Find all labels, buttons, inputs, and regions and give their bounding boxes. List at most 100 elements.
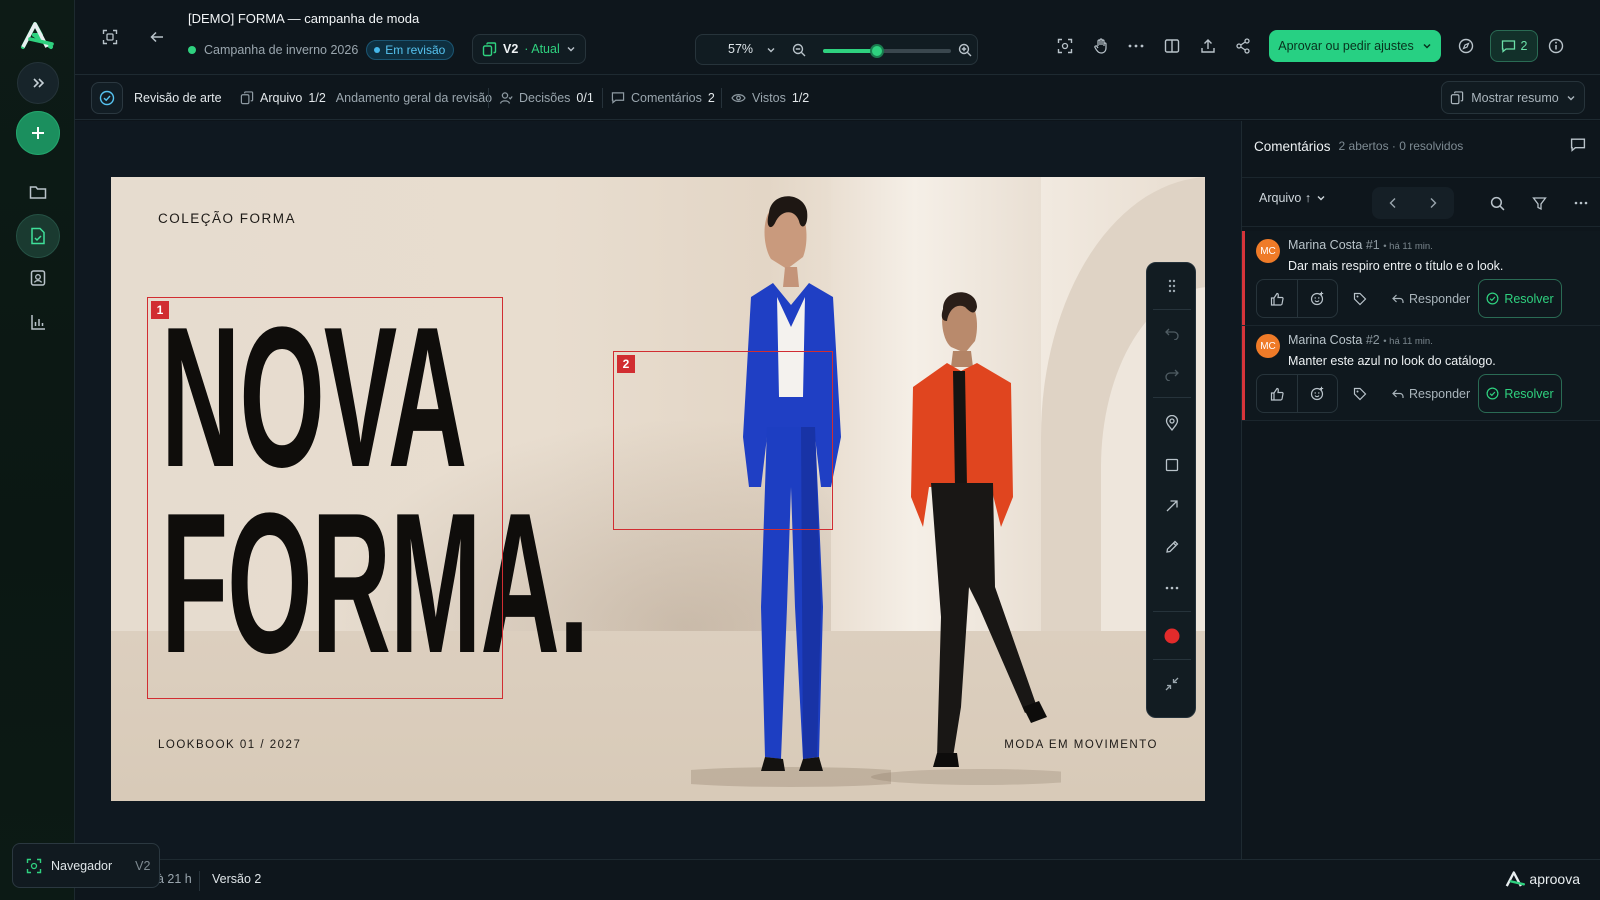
- create-new-button[interactable]: [16, 111, 60, 155]
- filter-icon[interactable]: [1526, 190, 1552, 216]
- reaction-group: [1256, 279, 1338, 318]
- add-reaction-icon[interactable]: [1298, 280, 1338, 317]
- eye-icon: [731, 93, 746, 102]
- navigator-version: V2: [135, 858, 151, 873]
- chevron-down-icon: [1567, 95, 1575, 100]
- add-reaction-icon[interactable]: [1298, 375, 1338, 412]
- comments-toggle-button[interactable]: 2: [1490, 30, 1538, 62]
- folder-icon[interactable]: [26, 180, 50, 204]
- file-progress-item[interactable]: Arquivo 1/2 Andamento geral da revisão: [240, 75, 492, 120]
- review-canvas[interactable]: COLEÇÃO FORMA NOVA FORMA. LOOKBOOK 01 / …: [75, 121, 1241, 859]
- next-comment-icon[interactable]: [1420, 190, 1446, 216]
- more-tools-icon[interactable]: [1159, 575, 1185, 601]
- reports-chart-icon[interactable]: [26, 310, 50, 334]
- art-review-item[interactable]: Revisão de arte: [91, 75, 222, 120]
- project-title: [DEMO] FORMA — campanha de moda: [188, 11, 420, 26]
- annotation-marker-1[interactable]: 1: [151, 301, 169, 319]
- file-value: 1/2: [308, 90, 326, 105]
- zoom-controls: 57%: [695, 34, 978, 65]
- chevron-down-icon[interactable]: [758, 37, 784, 63]
- comment-number: #2: [1365, 333, 1380, 347]
- contacts-icon[interactable]: [26, 266, 50, 290]
- chevron-down-icon: [1423, 43, 1431, 49]
- app-logo[interactable]: [20, 20, 54, 50]
- info-icon[interactable]: [1543, 33, 1569, 59]
- left-rail: [0, 0, 75, 900]
- compass-icon[interactable]: [1453, 33, 1479, 59]
- version-select[interactable]: V2 · Atual: [472, 34, 586, 64]
- drag-handle-icon[interactable]: [1159, 273, 1185, 299]
- annotation-box-1[interactable]: 1: [147, 297, 503, 699]
- comment-actions: Responder Resolver: [1256, 374, 1562, 413]
- reply-button[interactable]: Responder: [1392, 387, 1478, 401]
- model-red-shirt: [871, 292, 1061, 785]
- decisions-item[interactable]: Decisões 0/1: [499, 75, 594, 120]
- art-review-label: Revisão de arte: [134, 90, 222, 105]
- resolve-button[interactable]: Resolver: [1478, 279, 1562, 318]
- file-review-icon[interactable]: [26, 224, 50, 248]
- color-picker-red[interactable]: [1159, 623, 1185, 649]
- bottom-bar: à 21 h Versão 2 aproova: [75, 859, 1600, 900]
- avatar: MC: [1256, 239, 1280, 263]
- focus-mode-icon[interactable]: [97, 24, 123, 50]
- comment-icon[interactable]: [1570, 137, 1586, 152]
- reply-icon: [1392, 389, 1404, 398]
- upload-icon[interactable]: [1195, 33, 1221, 59]
- pin-tool-icon[interactable]: [1159, 410, 1185, 436]
- search-icon[interactable]: [1484, 190, 1510, 216]
- brand-mark-icon: [1506, 871, 1526, 887]
- undo-icon[interactable]: [1159, 321, 1185, 347]
- zoom-in-icon[interactable]: [952, 37, 978, 63]
- more-options-icon[interactable]: [1123, 33, 1149, 59]
- comment-card[interactable]: MC Marina Costa #1 • há 11 min. Dar mais…: [1242, 231, 1600, 326]
- split-view-icon[interactable]: [1159, 33, 1185, 59]
- approve-button-label: Aprovar ou pedir ajustes: [1278, 39, 1414, 53]
- zoom-out-icon[interactable]: [786, 37, 812, 63]
- tag-icon[interactable]: [1340, 279, 1380, 318]
- resolve-label: Resolver: [1504, 291, 1554, 306]
- comments-toolbar: Arquivo ↑: [1242, 177, 1600, 227]
- campaign-name[interactable]: Campanha de inverno 2026: [204, 43, 358, 57]
- hand-pan-icon[interactable]: [1088, 33, 1114, 59]
- more-options-icon[interactable]: [1568, 190, 1594, 216]
- zoom-level[interactable]: 57%: [728, 42, 753, 56]
- annotation-marker-2[interactable]: 2: [617, 355, 635, 373]
- collapse-toolbar-icon[interactable]: [1159, 671, 1185, 697]
- comment-card[interactable]: MC Marina Costa #2 • há 11 min. Manter e…: [1242, 326, 1600, 421]
- navigator-button[interactable]: Navegador V2: [12, 843, 160, 888]
- zoom-slider[interactable]: [823, 44, 951, 58]
- comments-progress-item[interactable]: Comentários 2: [611, 75, 715, 120]
- approve-button[interactable]: Aprovar ou pedir ajustes: [1269, 30, 1441, 62]
- annotation-box-2[interactable]: 2: [613, 351, 833, 530]
- resolve-label: Resolver: [1504, 386, 1554, 401]
- resolve-button[interactable]: Resolver: [1478, 374, 1562, 413]
- sort-select[interactable]: Arquivo ↑: [1259, 191, 1326, 205]
- show-summary-button[interactable]: Mostrar resumo: [1441, 81, 1585, 114]
- artwork-image[interactable]: COLEÇÃO FORMA NOVA FORMA. LOOKBOOK 01 / …: [111, 177, 1205, 801]
- thumbs-up-icon[interactable]: [1257, 280, 1298, 317]
- divider: [1153, 659, 1191, 660]
- comments-count: 2: [1520, 39, 1528, 53]
- previous-comment-icon[interactable]: [1380, 190, 1406, 216]
- fit-screen-icon[interactable]: [1052, 33, 1078, 59]
- review-progress-bar: Revisão de arte Arquivo 1/2 Andamento ge…: [75, 75, 1600, 120]
- reply-button[interactable]: Responder: [1392, 292, 1478, 306]
- rectangle-tool-icon[interactable]: [1159, 452, 1185, 478]
- sort-label: Arquivo ↑: [1259, 191, 1312, 205]
- views-item[interactable]: Vistos 1/2: [731, 75, 809, 120]
- arrow-tool-icon[interactable]: [1159, 493, 1185, 519]
- comment-text: Manter este azul no look do catálogo.: [1288, 354, 1496, 368]
- tag-icon[interactable]: [1340, 374, 1380, 413]
- thumbs-up-icon[interactable]: [1257, 375, 1298, 412]
- chevron-down-icon: [567, 47, 575, 52]
- zoom-slider-knob[interactable]: [869, 44, 884, 58]
- expand-sidebar-button[interactable]: [17, 62, 59, 104]
- redo-icon[interactable]: [1159, 362, 1185, 388]
- check-circle-icon: [1486, 292, 1499, 305]
- brand-logo: aproova: [1505, 870, 1580, 888]
- navigator-icon: [26, 858, 42, 873]
- views-value: 1/2: [791, 90, 810, 105]
- back-arrow-icon[interactable]: [144, 24, 170, 50]
- share-icon[interactable]: [1230, 33, 1256, 59]
- pencil-tool-icon[interactable]: [1159, 534, 1185, 560]
